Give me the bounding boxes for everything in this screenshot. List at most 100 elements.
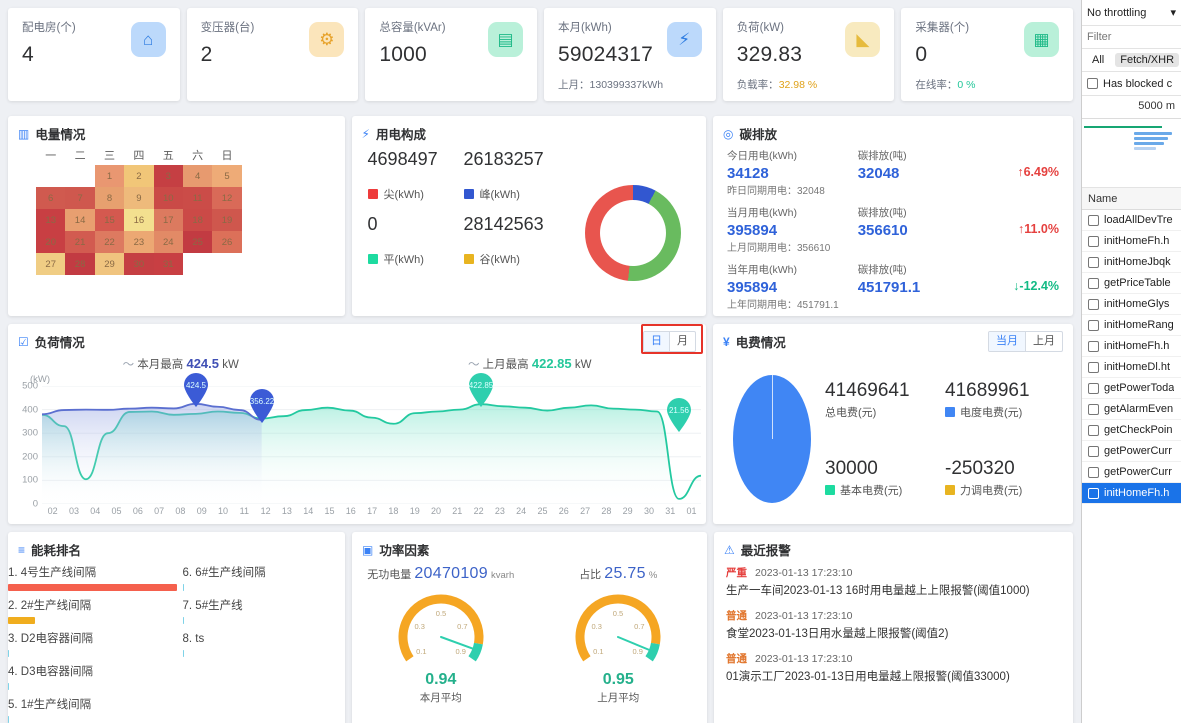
request-row[interactable]: loadAllDevTre [1082, 210, 1181, 231]
fee-row-bottom-values: 30000 -250320 [825, 458, 1065, 480]
request-row[interactable]: initHomeRang [1082, 315, 1181, 336]
checkbox-icon[interactable] [1088, 256, 1099, 268]
rank-list-item[interactable]: 5. 1#生产线间隔 [8, 697, 177, 723]
request-row[interactable]: initHomeFh.h [1082, 483, 1181, 504]
calendar-day-cell[interactable]: 10 [153, 187, 183, 209]
alarm-list-item[interactable]: 严重 2023-01-13 17:23:10 生产一车间2023-01-13 1… [726, 565, 1061, 599]
checkbox-icon[interactable] [1088, 445, 1099, 457]
request-row[interactable]: initHomeDl.ht [1082, 357, 1181, 378]
calendar-day-cell[interactable]: 9 [124, 187, 154, 209]
checkbox-icon[interactable] [1088, 277, 1099, 289]
toggle-current-month[interactable]: 当月 [989, 332, 1026, 351]
calendar-empty-cell [36, 165, 65, 187]
alarm-list-item[interactable]: 普通 2023-01-13 17:23:10 01演示工厂2023-01-13日… [726, 651, 1061, 685]
rank-list-item[interactable]: 7. 5#生产线 [182, 598, 346, 631]
column-header-name[interactable]: Name [1082, 188, 1181, 210]
calendar-day-cell[interactable]: 28 [65, 253, 95, 275]
rank-list-item[interactable]: 1. 4号生产线间隔 [8, 565, 177, 598]
checkbox-icon[interactable] [1087, 78, 1098, 89]
checkbox-icon[interactable] [1088, 319, 1099, 331]
calendar-day-cell[interactable]: 14 [65, 209, 95, 231]
rank-list-item[interactable]: 4. D3电容器间隔 [8, 664, 177, 697]
calendar-day-cell[interactable]: 18 [182, 209, 213, 231]
throttling-selector[interactable]: No throttling ▾ [1082, 0, 1181, 26]
calendar-day-cell[interactable]: 2 [124, 165, 154, 187]
checkbox-icon[interactable] [1088, 382, 1099, 394]
checkbox-icon[interactable] [1088, 487, 1099, 499]
calendar-day-cell[interactable]: 19 [212, 209, 242, 231]
request-list[interactable]: loadAllDevTre initHomeFh.h initHomeJbqk … [1082, 210, 1181, 723]
request-row[interactable]: initHomeFh.h [1082, 336, 1181, 357]
calendar-day-cell[interactable]: 22 [94, 231, 125, 253]
carbon-change: ↑11.0% [988, 206, 1059, 236]
checkbox-icon[interactable] [1088, 340, 1099, 352]
rank-list-item[interactable]: 8. ts [182, 631, 346, 664]
calendar-day-cell[interactable]: 24 [153, 231, 183, 253]
request-row[interactable]: initHomeJbqk [1082, 252, 1181, 273]
calendar-day-cell[interactable]: 21 [65, 231, 95, 253]
calendar-day-cell[interactable]: 27 [36, 253, 66, 275]
rank-list-item[interactable]: 6. 6#生产线间隔 [182, 565, 346, 598]
calendar-day-cell[interactable]: 16 [124, 209, 154, 231]
chevron-down-icon[interactable]: ▾ [1170, 6, 1176, 19]
toggle-month[interactable]: 月 [670, 332, 695, 351]
calendar-day-cell[interactable]: 23 [124, 231, 154, 253]
calendar-day-cell[interactable]: 29 [94, 253, 125, 275]
request-row[interactable]: getPriceTable [1082, 273, 1181, 294]
fee-period-toggle[interactable]: 当月 上月 [988, 331, 1063, 352]
toggle-last-month[interactable]: 上月 [1026, 332, 1062, 351]
request-row[interactable]: getAlarmEven [1082, 399, 1181, 420]
carbon-change-pct: 6.49% [1023, 165, 1060, 179]
calendar-day-cell[interactable]: 13 [36, 209, 66, 231]
request-row[interactable]: getPowerCurr [1082, 462, 1181, 483]
checkbox-icon[interactable] [1088, 466, 1099, 478]
filter-all[interactable]: All [1087, 53, 1109, 67]
calendar-day-cell[interactable]: 7 [65, 187, 95, 209]
checkbox-icon[interactable] [1088, 214, 1099, 226]
overview-ruler [1082, 118, 1181, 119]
request-row[interactable]: getCheckPoin [1082, 420, 1181, 441]
x-axis-tick: 13 [281, 506, 292, 516]
calendar-day-cell[interactable]: 30 [124, 253, 154, 275]
checkbox-icon[interactable] [1088, 403, 1099, 415]
filter-input[interactable]: Filter [1082, 26, 1181, 49]
carbon-change: ↑6.49% [988, 149, 1059, 179]
checkbox-icon[interactable] [1088, 235, 1099, 247]
has-blocked-cookies-checkbox[interactable]: Has blocked c [1082, 72, 1181, 96]
rank-bar [8, 650, 9, 657]
request-row[interactable]: initHomeFh.h [1082, 231, 1181, 252]
toggle-day[interactable]: 日 [644, 332, 670, 351]
filter-fetch-xhr[interactable]: Fetch/XHR [1115, 53, 1180, 67]
rank-list-item[interactable]: 2. 2#生产线间隔 [8, 598, 177, 631]
calendar-day-cell[interactable]: 11 [182, 187, 213, 209]
resource-type-filters[interactable]: All Fetch/XHR [1082, 49, 1181, 72]
rank-list-item[interactable]: 3. D2电容器间隔 [8, 631, 177, 664]
kpi-sub-label: 在线率： [915, 79, 958, 91]
calendar-day-cell[interactable]: 15 [94, 209, 125, 231]
request-row[interactable]: initHomeGlys [1082, 294, 1181, 315]
rank-body: 1. 4号生产线间隔 2. 2#生产线间隔 3. D2电容器间隔 4. D3电容… [8, 563, 345, 723]
calendar-day-cell[interactable]: 8 [94, 187, 125, 209]
calendar-day-cell[interactable]: 12 [212, 187, 242, 209]
request-row[interactable]: getPowerCurr [1082, 441, 1181, 462]
checkbox-icon[interactable] [1088, 361, 1099, 373]
checkbox-icon[interactable] [1088, 298, 1099, 310]
calendar-day-cell[interactable]: 26 [212, 231, 242, 253]
request-row[interactable]: getPowerToda [1082, 378, 1181, 399]
calendar-day-cell[interactable]: 5 [212, 165, 242, 187]
calendar-day-cell[interactable]: 6 [36, 187, 66, 209]
checkbox-icon[interactable] [1088, 424, 1099, 436]
alarm-list-item[interactable]: 普通 2023-01-13 17:23:10 食堂2023-01-13日用水量越… [726, 608, 1061, 642]
load-period-toggle[interactable]: 日 月 [643, 331, 696, 352]
legend-swatch [825, 485, 835, 495]
calendar-day-cell[interactable]: 1 [94, 165, 125, 187]
calendar-day-cell[interactable]: 4 [182, 165, 213, 187]
calendar-day-cell[interactable]: 20 [36, 231, 66, 253]
app-root: 配电房(个) 4 ⌂ 变压器(台) 2 ⚙ 总容量(kVAr) 1000 ▤ 本… [0, 0, 1181, 723]
calendar-day-cell[interactable]: 17 [153, 209, 183, 231]
calendar-day-cell[interactable]: 3 [153, 165, 183, 187]
calendar-day-cell[interactable]: 25 [182, 231, 213, 253]
carbon-note: 上月同期用电：356610 [727, 243, 831, 254]
calendar-day-cell[interactable]: 31 [153, 253, 183, 275]
